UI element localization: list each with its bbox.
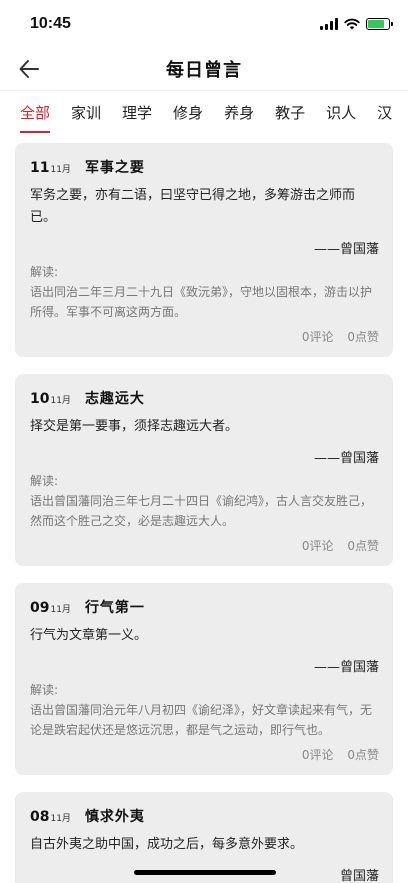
home-indicator[interactable] (134, 870, 276, 875)
card-title: 慎求外夷 (84, 809, 145, 825)
category-tabs: 全部 家训 理学 修身 养身 教子 识人 汉 (0, 90, 408, 134)
card-author: ——曾国藩 (313, 451, 379, 466)
interpretation-text: 语出曾国藩同治三年七月二十四日《谕纪鸿》，古人言交友胜己，然而这个胜己之交，必是… (30, 494, 373, 528)
nav-bar: 每日曾言 (0, 48, 408, 90)
card-day: 09 (30, 600, 50, 616)
card-title: 志趣远大 (84, 391, 145, 407)
card-day: 11 (30, 160, 50, 176)
tab-parenting[interactable]: 教子 (275, 91, 305, 134)
quote-list: 11 11月 军事之要 军务之要，亦有二语，曰坚守已得之地，多筹游击之师而已。 … (0, 134, 408, 883)
like-count[interactable]: 0点赞 (347, 748, 379, 762)
card-title: 行气第一 (84, 600, 145, 616)
like-count[interactable]: 0点赞 (347, 330, 379, 344)
interpretation-label: 解读: (30, 683, 59, 697)
card-author: ——曾国藩 (313, 660, 379, 675)
comment-count[interactable]: 0评论 (302, 539, 334, 553)
card-month: 11月 (50, 165, 71, 175)
card-month: 11月 (50, 605, 71, 615)
card-author: ——曾国藩 (313, 242, 379, 257)
wifi-icon (344, 18, 360, 30)
battery-icon (366, 18, 393, 30)
card-day: 10 (30, 391, 50, 407)
status-icons (320, 18, 393, 30)
page-title: 每日曾言 (166, 60, 242, 81)
interpretation-text: 语出同治二年三月二十九日《致沅弟》，守地以固根本，游击以护所得。军事不可离这两方… (30, 285, 373, 319)
quote-card[interactable]: 09 11月 行气第一 行气为文章第一义。 ——曾国藩 解读: 语出曾国藩同治元… (15, 583, 393, 775)
tab-judging-people[interactable]: 识人 (326, 91, 356, 134)
status-bar: 10:45 (0, 0, 408, 48)
card-quote: 行气为文章第一义。 (30, 628, 148, 643)
tab-self-cultivation[interactable]: 修身 (173, 91, 203, 134)
card-title: 军事之要 (84, 160, 145, 176)
interpretation-label: 解读: (30, 474, 59, 488)
tab-family-instructions[interactable]: 家训 (71, 91, 101, 134)
like-count[interactable]: 0点赞 (347, 539, 379, 553)
card-quote: 择交是第一要事，须择志趣远大者。 (30, 419, 239, 434)
card-day: 08 (30, 809, 50, 825)
card-month: 11月 (50, 814, 71, 824)
status-time: 10:45 (30, 15, 71, 32)
back-button[interactable] (16, 56, 42, 82)
arrow-left-icon (19, 60, 39, 78)
interpretation-label: 解读: (30, 265, 59, 279)
tab-more[interactable]: 汉 (377, 91, 392, 134)
quote-card[interactable]: 11 11月 军事之要 军务之要，亦有二语，曰坚守已得之地，多筹游击之师而已。 … (15, 143, 393, 357)
quote-card[interactable]: 10 11月 志趣远大 择交是第一要事，须择志趣远大者。 ——曾国藩 解读: 语… (15, 374, 393, 566)
tab-neo-confucianism[interactable]: 理学 (122, 91, 152, 134)
tab-health[interactable]: 养身 (224, 91, 254, 134)
card-month: 11月 (50, 396, 71, 406)
signal-icon (320, 18, 338, 30)
interpretation-text: 语出曾国藩同治元年八月初四《谕纪泽》，好文章读起来有气，无论是跌宕起伏还是悠远沉… (30, 703, 373, 737)
card-quote: 自古外夷之助中国，成功之后，每多意外要求。 (30, 837, 304, 852)
comment-count[interactable]: 0评论 (302, 330, 334, 344)
comment-count[interactable]: 0评论 (302, 748, 334, 762)
card-quote: 军务之要，亦有二语，曰坚守已得之地，多筹游击之师而已。 (30, 188, 356, 225)
tab-all[interactable]: 全部 (20, 91, 51, 134)
